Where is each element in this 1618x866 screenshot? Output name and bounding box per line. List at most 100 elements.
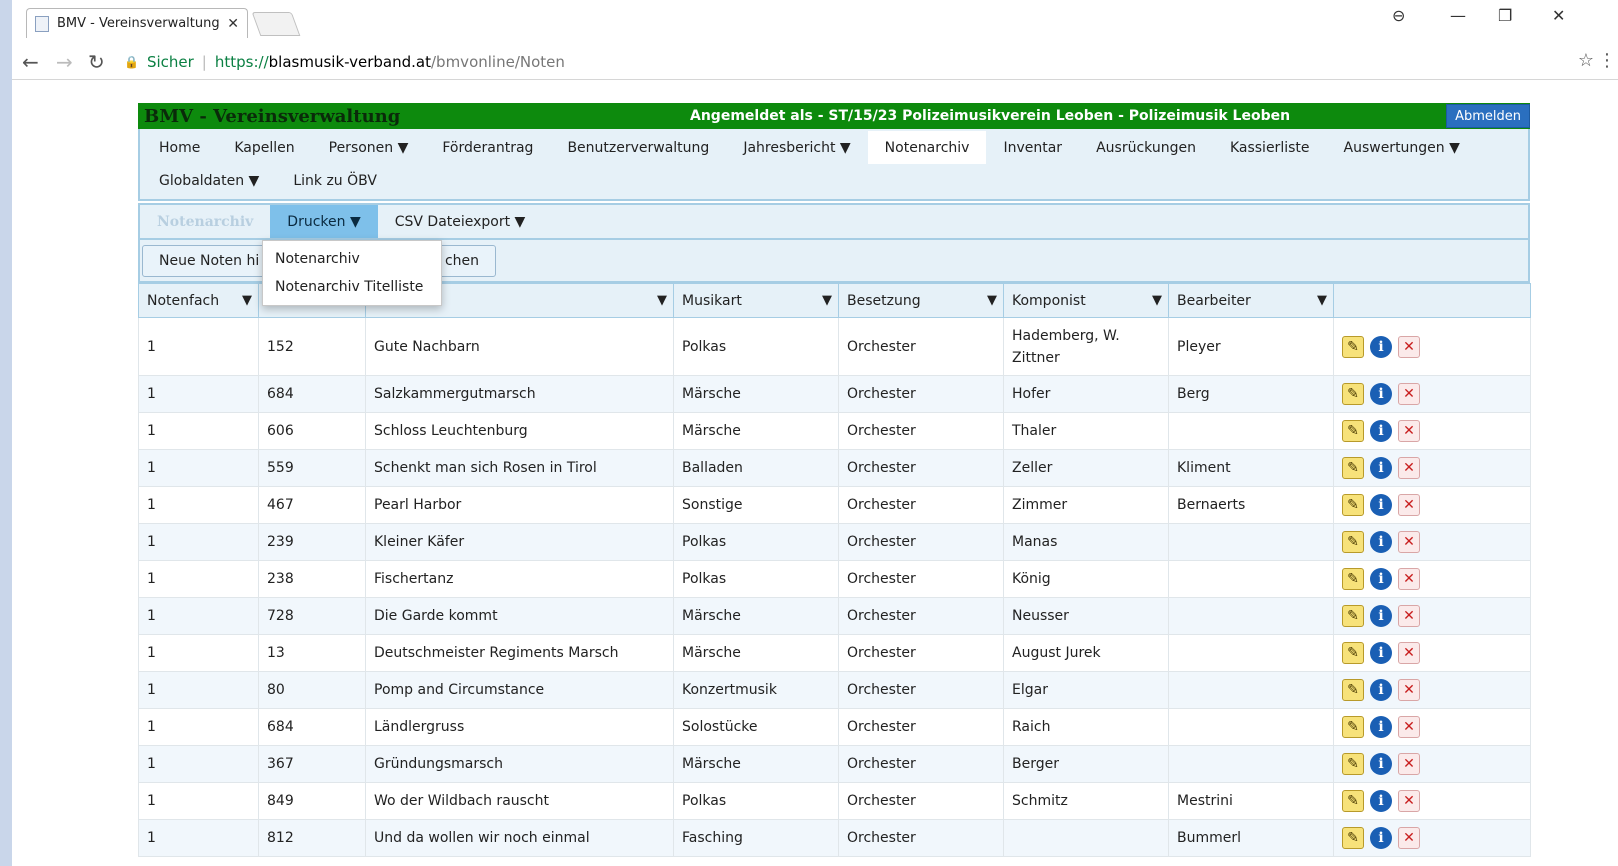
info-icon[interactable]: i	[1370, 605, 1392, 627]
new-tab-button[interactable]	[251, 12, 301, 36]
nav-item-inventar[interactable]: Inventar	[986, 131, 1079, 164]
edit-icon[interactable]: ✎	[1342, 679, 1364, 701]
print-menu-button[interactable]: Drucken ▼	[270, 205, 378, 238]
edit-icon[interactable]: ✎	[1342, 790, 1364, 812]
info-icon[interactable]: i	[1370, 827, 1392, 849]
table-row[interactable]: 1 367 Gründungsmarsch Märsche Orchester Berge…	[138, 745, 1531, 783]
delete-icon[interactable]: ✕	[1398, 420, 1420, 442]
filter-icon[interactable]: ▼	[1317, 293, 1327, 308]
info-icon[interactable]: i	[1370, 642, 1392, 664]
filter-icon[interactable]: ▼	[657, 293, 667, 308]
edit-icon[interactable]: ✎	[1342, 827, 1364, 849]
table-row[interactable]: 1 684 Salzkammergutmarsch Märsche Orchester H…	[138, 375, 1531, 413]
table-row[interactable]: 1 239 Kleiner Käfer Polkas Orchester Manas ✎ i ✕	[138, 523, 1531, 561]
table-row[interactable]: 1 606 Schloss Leuchtenburg Märsche Orchester…	[138, 412, 1531, 450]
reload-icon[interactable]: ↻	[88, 50, 105, 74]
info-icon[interactable]: i	[1370, 420, 1392, 442]
delete-icon[interactable]: ✕	[1398, 753, 1420, 775]
menu-item-notenarchiv-titelliste[interactable]: Notenarchiv Titelliste	[263, 273, 441, 301]
window-close-icon[interactable]: ✕	[1552, 6, 1565, 25]
info-icon[interactable]: i	[1370, 568, 1392, 590]
nav-item-link-oebv[interactable]: Link zu ÖBV	[276, 164, 394, 197]
edit-icon[interactable]: ✎	[1342, 457, 1364, 479]
logout-button[interactable]: Abmelden	[1446, 104, 1530, 128]
edit-icon[interactable]: ✎	[1342, 568, 1364, 590]
delete-icon[interactable]: ✕	[1398, 457, 1420, 479]
table-row[interactable]: 1 467 Pearl Harbor Sonstige Orchester Zimmer B…	[138, 486, 1531, 524]
tab-close-icon[interactable]: ✕	[227, 16, 239, 32]
edit-icon[interactable]: ✎	[1342, 716, 1364, 738]
edit-icon[interactable]: ✎	[1342, 531, 1364, 553]
table-row[interactable]: 1 559 Schenkt man sich Rosen in Tirol Balla…	[138, 449, 1531, 487]
delete-icon[interactable]: ✕	[1398, 605, 1420, 627]
delete-icon[interactable]: ✕	[1398, 383, 1420, 405]
cell-titel: Pearl Harbor	[365, 486, 674, 524]
profile-icon[interactable]: ⊖	[1392, 6, 1405, 25]
nav-item-jahresbericht[interactable]: Jahresbericht ▼	[726, 131, 867, 164]
delete-icon[interactable]: ✕	[1398, 716, 1420, 738]
nav-item-auswertungen[interactable]: Auswertungen ▼	[1327, 131, 1477, 164]
table-row[interactable]: 1 728 Die Garde kommt Märsche Orchester Neuss…	[138, 597, 1531, 635]
nav-item-foerderantrag[interactable]: Förderantrag	[425, 131, 550, 164]
minimize-icon[interactable]: —	[1450, 6, 1466, 25]
info-icon[interactable]: i	[1370, 716, 1392, 738]
delete-icon[interactable]: ✕	[1398, 642, 1420, 664]
restore-icon[interactable]: ❐	[1498, 6, 1512, 25]
nav-item-globaldaten[interactable]: Globaldaten ▼	[142, 164, 276, 197]
edit-icon[interactable]: ✎	[1342, 605, 1364, 627]
edit-icon[interactable]: ✎	[1342, 335, 1364, 358]
filter-icon[interactable]: ▼	[242, 293, 252, 308]
url-field[interactable]: 🔒 Sicher | https://blasmusik-verband.at/…	[124, 48, 1600, 76]
cell-actions: ✎ i ✕	[1333, 523, 1531, 561]
info-icon[interactable]: i	[1370, 335, 1392, 358]
edit-icon[interactable]: ✎	[1342, 642, 1364, 664]
edit-icon[interactable]: ✎	[1342, 420, 1364, 442]
edit-icon[interactable]: ✎	[1342, 753, 1364, 775]
nav-item-kassierliste[interactable]: Kassierliste	[1213, 131, 1327, 164]
table-row[interactable]: 1 13 Deutschmeister Regiments Marsch Märsch…	[138, 634, 1531, 672]
bookmark-star-icon[interactable]: ☆	[1578, 50, 1594, 71]
menu-item-notenarchiv[interactable]: Notenarchiv	[263, 245, 441, 273]
nav-item-kapellen[interactable]: Kapellen	[217, 131, 311, 164]
nav-item-ausrueckungen[interactable]: Ausrückungen	[1079, 131, 1213, 164]
info-icon[interactable]: i	[1370, 494, 1392, 516]
delete-icon[interactable]: ✕	[1398, 494, 1420, 516]
csv-export-menu-button[interactable]: CSV Dateiexport ▼	[378, 205, 543, 238]
new-notes-button[interactable]: Neue Noten hi	[142, 244, 280, 277]
table-row[interactable]: 1 684 Ländlergruss Solostücke Orchester Raich…	[138, 708, 1531, 746]
table-row[interactable]: 1 80 Pomp and Circumstance Konzertmusik Orch…	[138, 671, 1531, 709]
row-actions: ✎ i ✕	[1342, 642, 1522, 664]
nav-item-home[interactable]: Home	[142, 131, 217, 164]
edit-icon[interactable]: ✎	[1342, 383, 1364, 405]
delete-icon[interactable]: ✕	[1398, 335, 1420, 358]
filter-icon[interactable]: ▼	[1152, 293, 1162, 308]
browser-tab[interactable]: BMV - Vereinsverwaltung ✕	[26, 8, 248, 38]
info-icon[interactable]: i	[1370, 383, 1392, 405]
table-row[interactable]: 1 849 Wo der Wildbach rauscht Polkas Orchest…	[138, 782, 1531, 820]
table-row[interactable]: 1 238 Fischertanz Polkas Orchester König ✎ i ✕	[138, 560, 1531, 598]
forward-icon[interactable]: →	[56, 50, 73, 74]
filter-icon[interactable]: ▼	[822, 293, 832, 308]
delete-icon[interactable]: ✕	[1398, 827, 1420, 849]
delete-icon[interactable]: ✕	[1398, 568, 1420, 590]
cell-besetzung: Orchester	[838, 317, 1004, 376]
filter-icon[interactable]: ▼	[987, 293, 997, 308]
table-row[interactable]: 1 812 Und da wollen wir noch einmal Faschin…	[138, 819, 1531, 857]
delete-icon[interactable]: ✕	[1398, 679, 1420, 701]
browser-menu-icon[interactable]: ⋮	[1598, 50, 1616, 71]
info-icon[interactable]: i	[1370, 531, 1392, 553]
cell-komponist: Raich	[1003, 708, 1169, 746]
nav-item-notenarchiv[interactable]: Notenarchiv	[867, 131, 987, 164]
info-icon[interactable]: i	[1370, 753, 1392, 775]
nav-item-personen[interactable]: Personen ▼	[312, 131, 426, 164]
nav-item-benutzerverwaltung[interactable]: Benutzerverwaltung	[550, 131, 726, 164]
delete-icon[interactable]: ✕	[1398, 531, 1420, 553]
edit-icon[interactable]: ✎	[1342, 494, 1364, 516]
back-icon[interactable]: ←	[22, 50, 39, 74]
delete-icon[interactable]: ✕	[1398, 790, 1420, 812]
table-row[interactable]: 1 152 Gute Nachbarn Polkas Orchester Hadember…	[138, 317, 1531, 376]
info-icon[interactable]: i	[1370, 679, 1392, 701]
cell-bearbeiter: Mestrini	[1168, 782, 1334, 820]
info-icon[interactable]: i	[1370, 790, 1392, 812]
info-icon[interactable]: i	[1370, 457, 1392, 479]
